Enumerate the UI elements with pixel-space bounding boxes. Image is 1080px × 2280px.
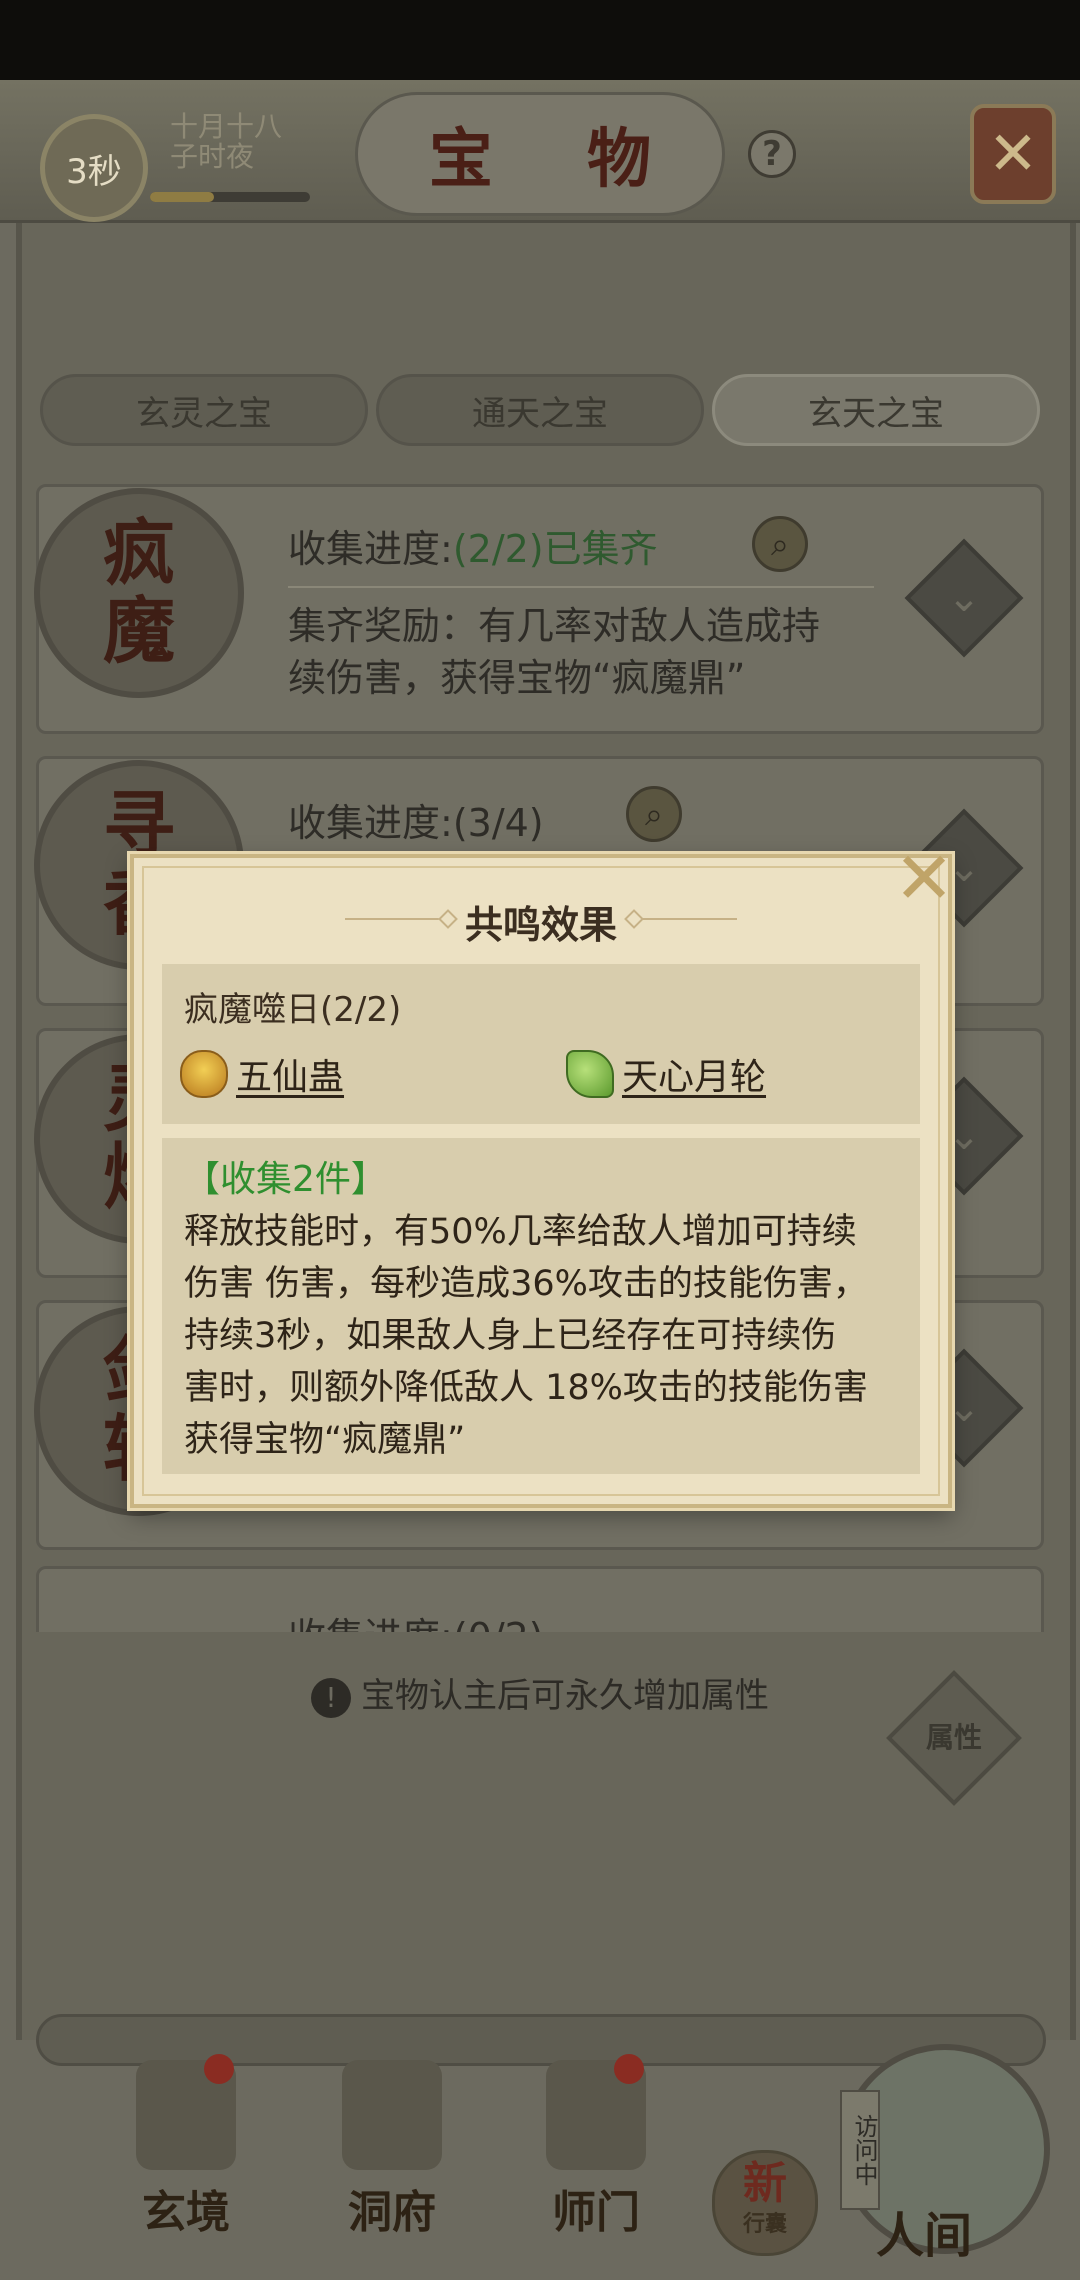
close-panel-button[interactable]: ✕	[970, 104, 1056, 204]
close-icon: ✕	[893, 836, 955, 920]
collection-progress: 收集进度:(0/2)	[288, 1606, 544, 1632]
banner-icon	[546, 2054, 646, 2170]
set-medal: 疯魔	[34, 488, 244, 698]
lunar-date-text: 十月十八	[170, 110, 283, 143]
effect-line: 释放技能时，有50%几率给敌人增加可持续	[184, 1212, 857, 1252]
row-divider	[288, 586, 874, 588]
reward-line: 续伤害，获得宝物“疯魔鼎”	[288, 656, 746, 700]
set-name: 疯魔噬日(2/2)	[184, 990, 402, 1030]
treasure-item-tianxinyuelun[interactable]: 天心月轮	[566, 1048, 766, 1100]
nav-label: 玄境	[142, 2187, 230, 2238]
collection-progress: 收集进度:(2/2)已集齐	[288, 518, 658, 573]
nav-shimen[interactable]: 师门	[526, 2054, 666, 2240]
effect-line: 害时，则额外降低敌人 18%攻击的技能伤害	[184, 1368, 868, 1408]
progress-label: 收集进度:	[288, 527, 453, 571]
nav-dongfu[interactable]: 洞府	[322, 2060, 462, 2240]
title-ornament	[344, 918, 441, 920]
close-icon: ✕	[987, 119, 1039, 189]
lunar-time-text: 子时夜	[170, 140, 255, 173]
set-reward: 集齐奖励：有几率对敌人造成持 续伤害，获得宝物“疯魔鼎”	[288, 600, 888, 704]
search-icon[interactable]: ⌕	[752, 516, 808, 572]
nav-xuanjing[interactable]: 玄境	[116, 2054, 256, 2240]
page-title: 宝 物	[428, 122, 688, 197]
tab-xuantian[interactable]: 玄天之宝	[712, 374, 1040, 446]
treasure-tabs: 玄灵之宝 通天之宝 玄天之宝	[36, 374, 1044, 446]
new-badge: 新	[743, 2158, 787, 2209]
gold-gu-icon	[180, 1050, 228, 1098]
bag-label: 行囊	[742, 2212, 787, 2237]
effect-line: 获得宝物“疯魔鼎”	[184, 1420, 466, 1460]
dialog-close-button[interactable]: ✕	[892, 842, 956, 914]
chevron-down-icon: ⌄	[947, 575, 981, 621]
progress-value: (0/2)	[453, 1615, 544, 1632]
dialog-title-wrap: 共鸣效果	[344, 894, 737, 949]
pavilion-icon	[342, 2060, 442, 2170]
page-title-plate: 宝 物	[355, 92, 725, 216]
visit-tag: 访问中	[840, 2090, 880, 2210]
set-effect-box: 【收集2件】 释放技能时，有50%几率给敌人增加可持续 伤害 伤害，每秒造成36…	[162, 1138, 920, 1474]
collection-progress: 收集进度:(3/4)	[288, 792, 544, 847]
progress-label: 收集进度:	[288, 1615, 453, 1632]
notice-text: 宝物认主后可永久增加属性	[361, 1676, 769, 1716]
progress-value: (3/4)	[452, 801, 544, 845]
world-label: 人间	[876, 2208, 973, 2264]
set-items-box: 疯魔噬日(2/2) 五仙蛊 天心月轮	[162, 964, 920, 1124]
red-dot-badge	[204, 2054, 234, 2084]
effect-line: 伤害 伤害，每秒造成36%攻击的技能伤害，	[184, 1264, 868, 1304]
question-icon[interactable]: ?	[748, 130, 796, 178]
timer-badge: 3秒	[40, 114, 148, 222]
resonance-effect-dialog: 共鸣效果 疯魔噬日(2/2) 五仙蛊 天心月轮 【收集2件】 释放技能时，有50…	[130, 854, 952, 1508]
tab-tongtian[interactable]: 通天之宝	[376, 374, 704, 446]
title-ornament	[438, 909, 458, 929]
item-name: 五仙蛊	[236, 1057, 345, 1098]
dialog-title: 共鸣效果	[464, 903, 617, 947]
progress-label: 收集进度:	[288, 801, 453, 845]
treasure-item-wuxiangu[interactable]: 五仙蛊	[180, 1048, 344, 1100]
scroll-icon	[136, 2054, 236, 2170]
progress-value: (2/2)已集齐	[452, 527, 658, 571]
effect-line: 持续3秒，如果敌人身上已经存在可持续伤	[184, 1316, 837, 1356]
green-moon-icon	[566, 1050, 614, 1098]
reward-line: 集齐奖励：有几率对敌人造成持	[288, 604, 821, 648]
red-dot-badge	[614, 2054, 644, 2084]
time-progress-bar	[150, 192, 310, 202]
lunar-date: 十月十八 子时夜	[170, 112, 282, 172]
attribute-label: 属性	[925, 1721, 982, 1754]
tab-xuanling[interactable]: 玄灵之宝	[40, 374, 368, 446]
dialog-header: 共鸣效果	[134, 894, 948, 949]
treasure-set-row-partial: 收集进度:(0/2)	[36, 1566, 1044, 1632]
nav-label: 洞府	[348, 2187, 436, 2238]
bag-button[interactable]: 新 行囊	[712, 2150, 818, 2256]
nav-label: 师门	[552, 2187, 640, 2238]
title-ornament	[641, 918, 737, 920]
search-icon[interactable]: ⌕	[626, 786, 682, 842]
effect-header: 【收集2件】	[184, 1159, 387, 1200]
item-name: 天心月轮	[622, 1057, 767, 1098]
exclamation-icon: !	[311, 1677, 351, 1718]
